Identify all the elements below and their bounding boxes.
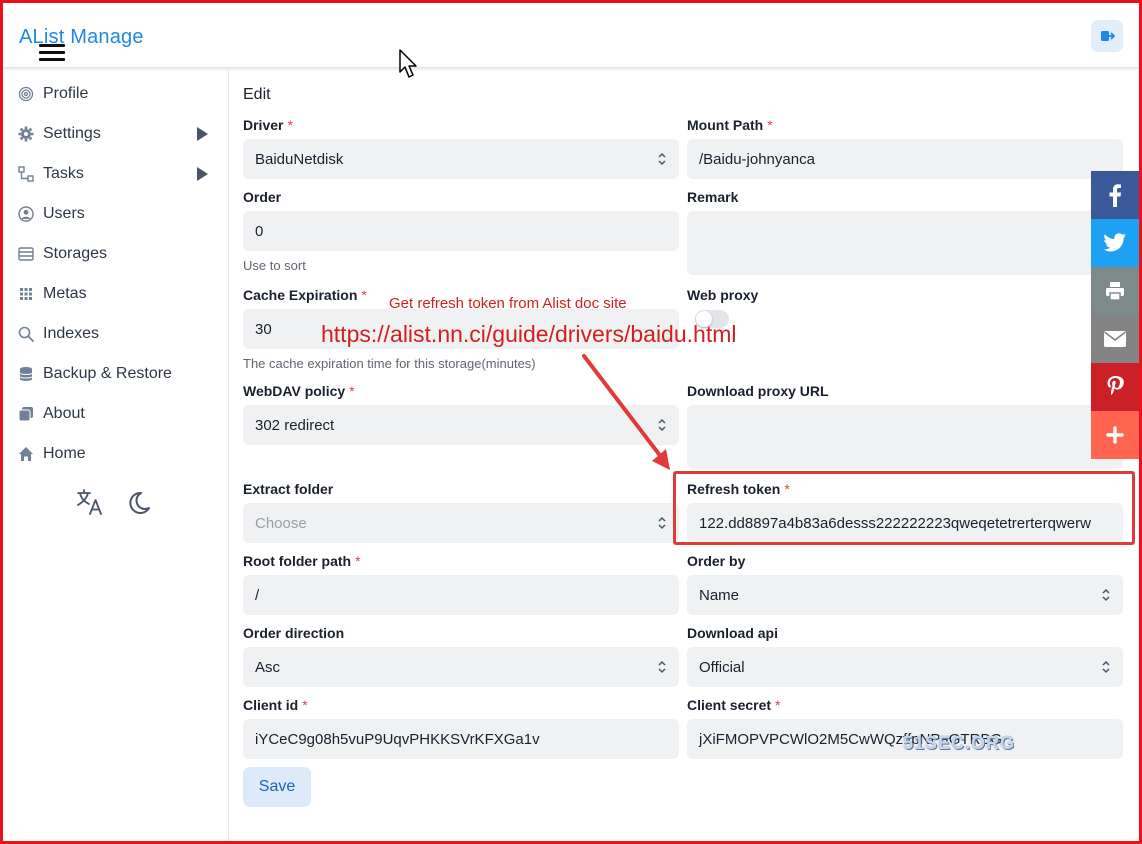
search-icon bbox=[17, 325, 35, 343]
app-title[interactable]: AList Manage bbox=[19, 26, 144, 49]
order-direction-select[interactable]: Asc bbox=[243, 647, 679, 687]
chevron-updown-icon bbox=[658, 152, 666, 166]
pinterest-share-button[interactable] bbox=[1091, 363, 1139, 411]
moon-icon[interactable] bbox=[125, 489, 153, 517]
database-icon bbox=[17, 245, 35, 263]
order-by-value: Name bbox=[699, 586, 740, 604]
download-proxy-url-label: Download proxy URL bbox=[687, 383, 829, 399]
order-input[interactable]: 0 bbox=[243, 211, 679, 251]
chevron-updown-icon bbox=[1102, 588, 1110, 602]
copy-icon bbox=[17, 405, 35, 423]
printer-icon bbox=[1106, 282, 1124, 301]
download-api-value: Official bbox=[699, 658, 745, 676]
twitter-share-button[interactable] bbox=[1091, 219, 1139, 267]
sidebar-item-label: Home bbox=[43, 445, 86, 462]
more-share-button[interactable] bbox=[1091, 411, 1139, 459]
twitter-icon bbox=[1103, 233, 1126, 252]
mount-path-label: Mount Path * bbox=[687, 117, 773, 133]
envelope-icon bbox=[1104, 331, 1126, 347]
grid-icon bbox=[17, 285, 35, 303]
home-icon bbox=[17, 445, 35, 463]
order-direction-label: Order direction bbox=[243, 625, 345, 641]
logout-button[interactable] bbox=[1091, 20, 1123, 52]
plus-icon bbox=[1106, 426, 1124, 444]
cache-expiration-helper-text: The cache expiration time for this stora… bbox=[243, 356, 536, 371]
annotation-arrow-icon bbox=[582, 354, 670, 470]
sidebar-item-home[interactable]: Home bbox=[17, 441, 217, 467]
sidebar-item-tasks[interactable]: Tasks bbox=[17, 161, 217, 187]
order-direction-value: Asc bbox=[255, 658, 281, 676]
order-by-select[interactable]: Name bbox=[687, 575, 1123, 615]
sidebar-item-about[interactable]: About bbox=[17, 401, 217, 427]
chevron-updown-icon bbox=[658, 516, 666, 530]
chevron-updown-icon bbox=[658, 660, 666, 674]
gear-icon bbox=[17, 125, 35, 143]
sidebar-item-storages[interactable]: Storages bbox=[17, 241, 217, 267]
facebook-icon bbox=[1109, 184, 1121, 207]
remark-textarea[interactable] bbox=[687, 211, 1123, 275]
cache-expiration-label: Cache Expiration * bbox=[243, 287, 367, 303]
watermark-text: 51SEC.ORG bbox=[903, 733, 1016, 753]
email-share-button[interactable] bbox=[1091, 315, 1139, 363]
translate-icon[interactable] bbox=[75, 487, 105, 517]
sidebar-item-backup-restore[interactable]: Backup & Restore bbox=[17, 361, 217, 387]
sidebar-item-label: Indexes bbox=[43, 325, 100, 342]
print-share-button[interactable] bbox=[1091, 267, 1139, 315]
pinterest-icon bbox=[1107, 376, 1124, 396]
download-api-select[interactable]: Official bbox=[687, 647, 1123, 687]
annotation-note: Get refresh token from Alist doc site bbox=[389, 295, 627, 312]
save-button[interactable]: Save bbox=[243, 767, 311, 807]
expand-arrow-icon[interactable] bbox=[197, 167, 208, 181]
sidebar: Profile Settings Tasks Users Storages Me… bbox=[3, 67, 229, 841]
sidebar-item-settings[interactable]: Settings bbox=[17, 121, 217, 147]
sidebar-item-label: Users bbox=[43, 205, 85, 222]
annotation-highlight-box bbox=[673, 471, 1135, 545]
sidebar-item-label: Settings bbox=[43, 125, 101, 142]
download-api-label: Download api bbox=[687, 625, 778, 641]
webdav-policy-label: WebDAV policy * bbox=[243, 383, 355, 399]
mount-path-input[interactable]: /Baidu-johnyanca bbox=[687, 139, 1123, 179]
sidebar-item-label: Backup & Restore bbox=[43, 365, 172, 382]
user-circle-icon bbox=[17, 205, 35, 223]
fingerprint-icon bbox=[17, 85, 35, 103]
download-proxy-url-textarea[interactable] bbox=[687, 405, 1123, 469]
extract-folder-placeholder: Choose bbox=[255, 514, 307, 532]
page-title: Edit bbox=[243, 86, 271, 103]
logout-icon bbox=[1101, 31, 1115, 41]
order-helper-text: Use to sort bbox=[243, 258, 306, 273]
order-label: Order bbox=[243, 189, 282, 205]
webdav-policy-value: 302 redirect bbox=[255, 416, 335, 434]
sidebar-item-label: Metas bbox=[43, 285, 87, 302]
root-folder-path-input[interactable]: / bbox=[243, 575, 679, 615]
extract-folder-select[interactable]: Choose bbox=[243, 503, 679, 543]
sidebar-item-metas[interactable]: Metas bbox=[17, 281, 217, 307]
client-id-input[interactable]: iYCeC9g08h5vuP9UqvPHKKSVrKFXGa1v bbox=[243, 719, 679, 759]
mouse-cursor-icon bbox=[399, 49, 417, 78]
sidebar-item-label: About bbox=[43, 405, 85, 422]
facebook-share-button[interactable] bbox=[1091, 171, 1139, 219]
client-id-label: Client id * bbox=[243, 697, 308, 713]
sidebar-item-profile[interactable]: Profile bbox=[17, 81, 217, 107]
order-by-label: Order by bbox=[687, 553, 746, 569]
sidebar-item-indexes[interactable]: Indexes bbox=[17, 321, 217, 347]
database-stack-icon bbox=[17, 365, 35, 383]
chevron-updown-icon bbox=[1102, 660, 1110, 674]
sidebar-item-label: Tasks bbox=[43, 165, 84, 182]
driver-select[interactable]: BaiduNetdisk bbox=[243, 139, 679, 179]
sidebar-item-users[interactable]: Users bbox=[17, 201, 217, 227]
remark-label: Remark bbox=[687, 189, 739, 205]
expand-arrow-icon[interactable] bbox=[197, 127, 208, 141]
sidebar-item-label: Profile bbox=[43, 85, 89, 102]
hamburger-menu-icon[interactable] bbox=[39, 44, 65, 62]
sidebar-item-label: Storages bbox=[43, 245, 108, 262]
driver-value: BaiduNetdisk bbox=[255, 150, 344, 168]
top-header: AList Manage bbox=[3, 3, 1139, 67]
tasks-icon bbox=[17, 165, 35, 183]
client-secret-label: Client secret * bbox=[687, 697, 781, 713]
extract-folder-label: Extract folder bbox=[243, 481, 334, 497]
driver-label: Driver * bbox=[243, 117, 293, 133]
root-folder-path-label: Root folder path * bbox=[243, 553, 361, 569]
web-proxy-label: Web proxy bbox=[687, 287, 759, 303]
